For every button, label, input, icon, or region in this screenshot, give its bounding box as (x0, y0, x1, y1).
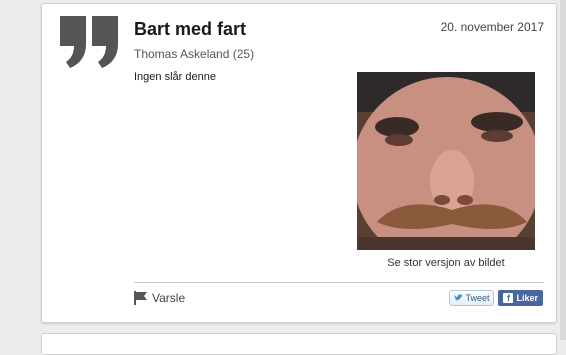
report-button[interactable]: Varsle (134, 290, 185, 306)
flag-icon (134, 291, 147, 305)
divider (134, 282, 544, 283)
post-title: Bart med fart (134, 19, 247, 39)
post-card: Bart med fart 20. november 2017 Thomas A… (41, 3, 557, 323)
twitter-bird-icon (454, 294, 464, 301)
post-image[interactable] (357, 72, 535, 250)
report-label: Varsle (152, 291, 186, 305)
tweet-button[interactable]: Tweet (449, 290, 495, 306)
quote-icon (60, 16, 118, 68)
post-text: Ingen slår denne (134, 71, 216, 83)
like-label: Liker (516, 293, 538, 303)
share-buttons: Tweet f Liker (449, 290, 543, 306)
post-author: Thomas Askeland (25) (134, 47, 255, 61)
tweet-label: Tweet (465, 293, 490, 303)
facebook-icon: f (503, 293, 514, 303)
image-caption-link[interactable]: Se stor versjon av bildet (357, 257, 535, 269)
page-edge (560, 0, 566, 340)
post-date: 20. november 2017 (440, 20, 544, 34)
next-post-card (41, 333, 557, 355)
facebook-like-button[interactable]: f Liker (498, 290, 543, 306)
